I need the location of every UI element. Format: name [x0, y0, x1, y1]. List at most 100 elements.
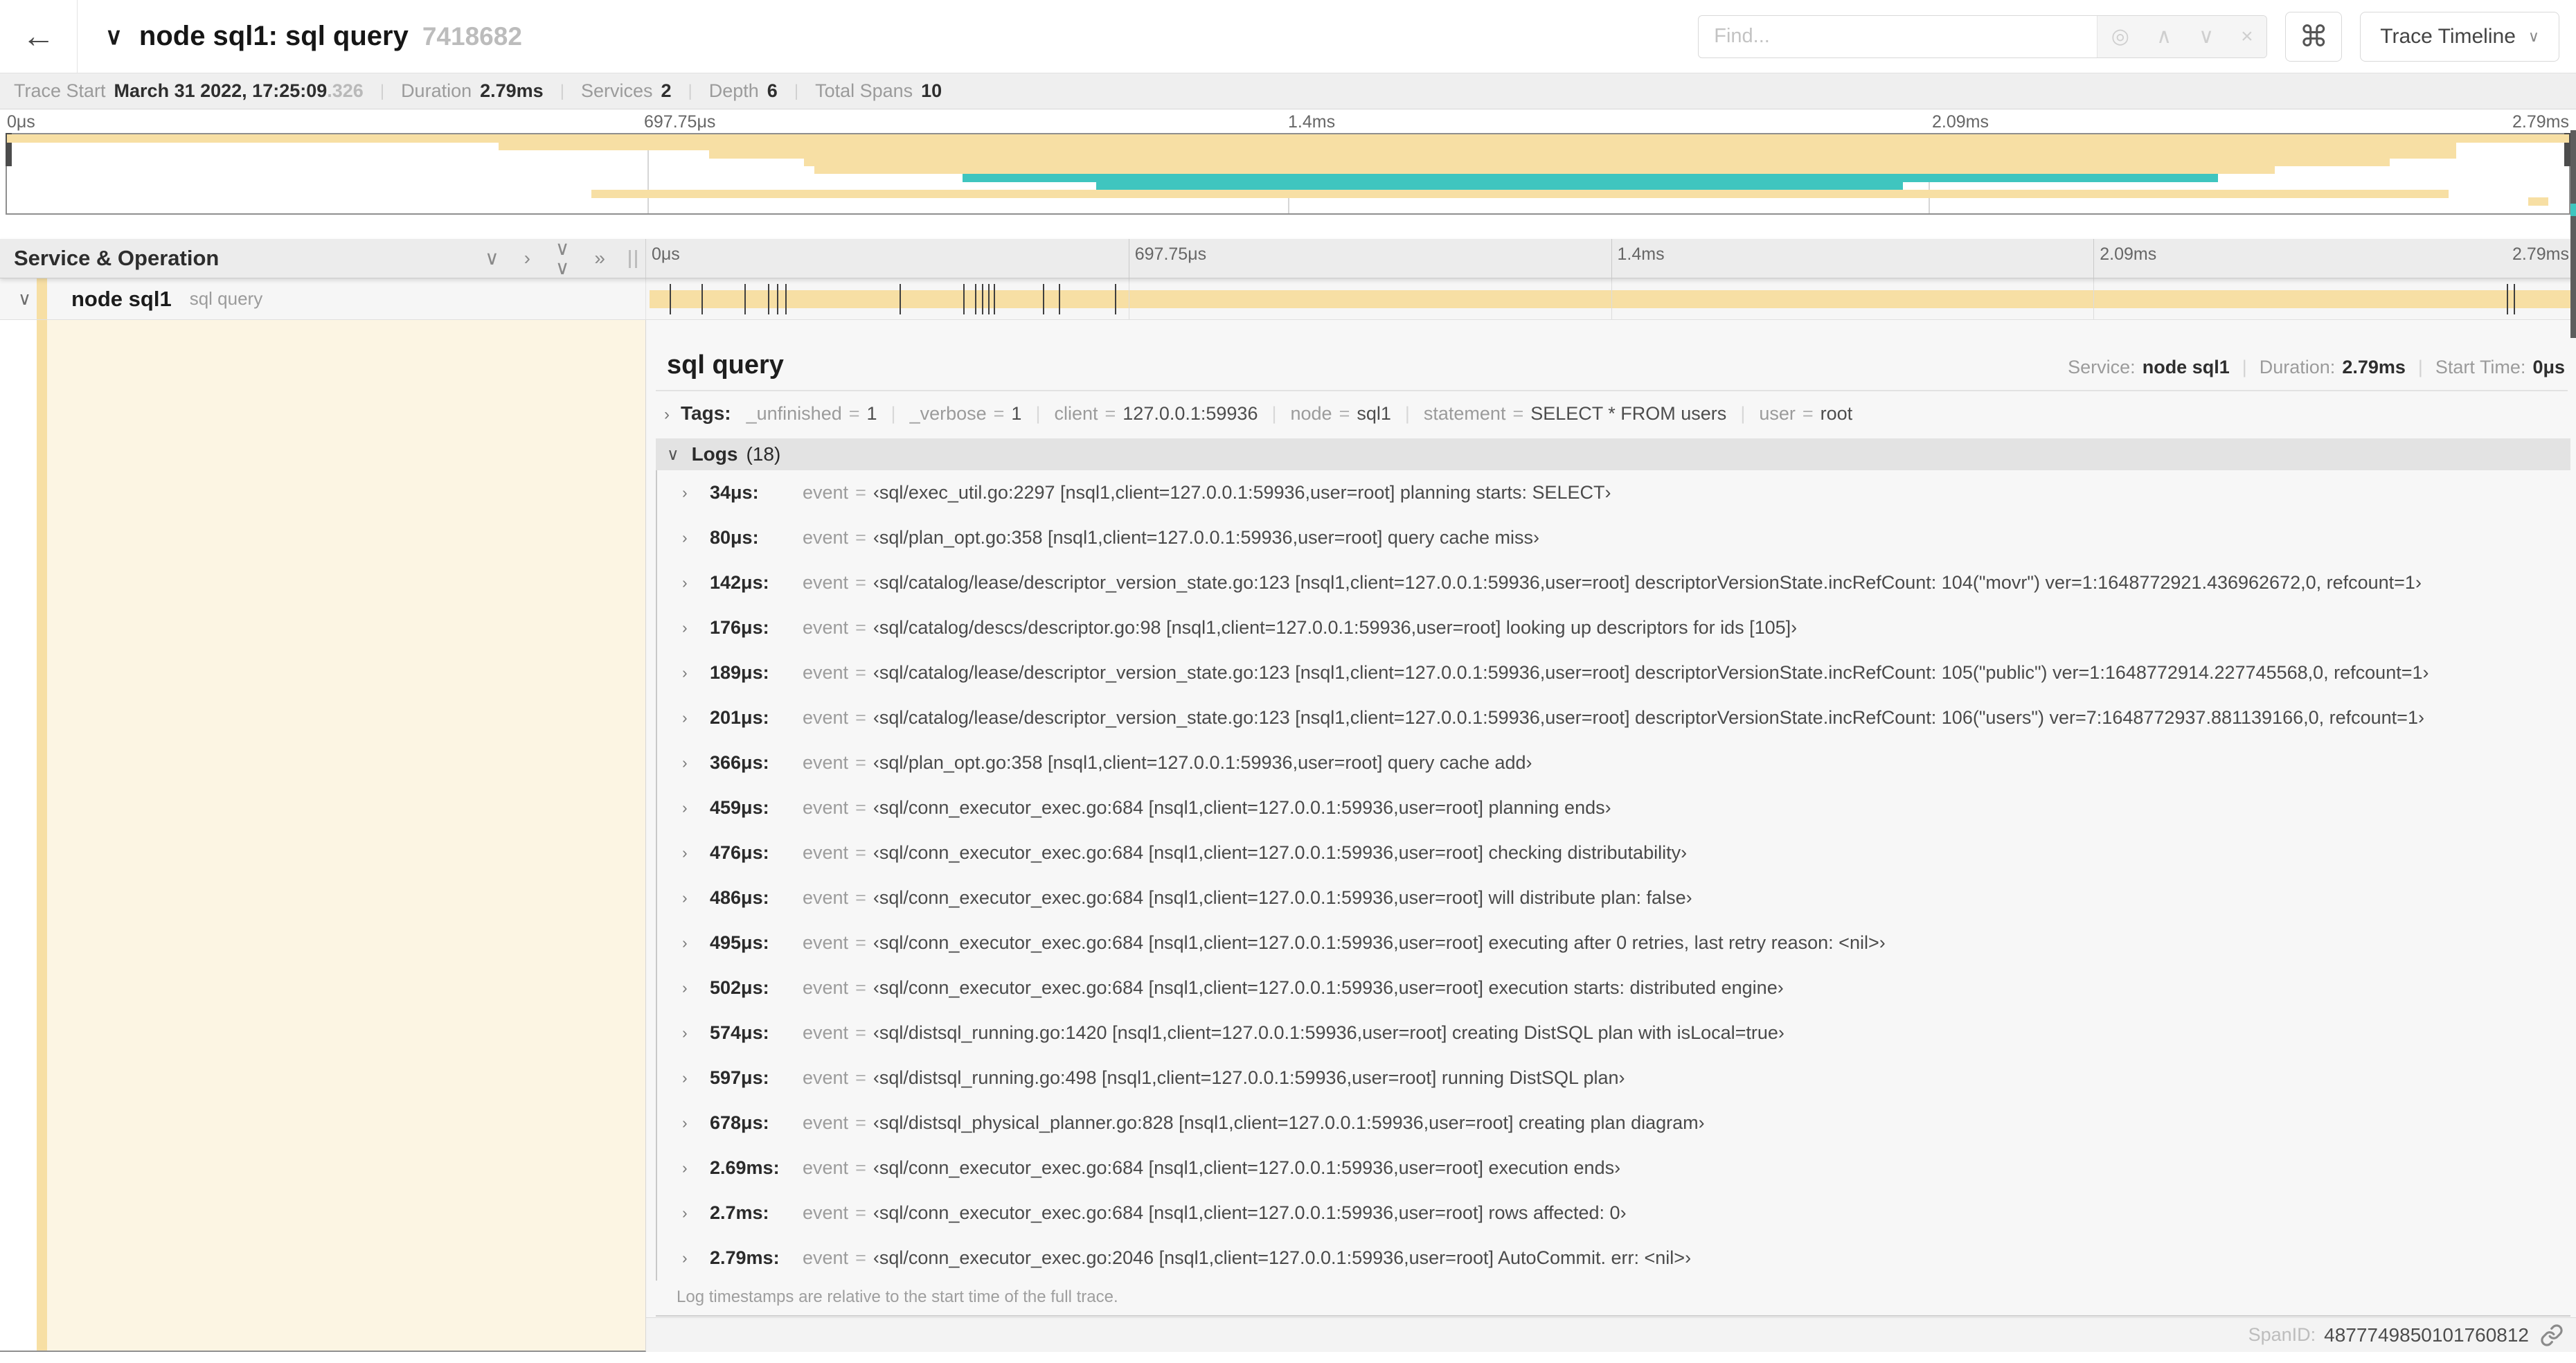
ruler-cell: 0μs	[646, 239, 1129, 278]
meta-label: Duration:	[2259, 357, 2336, 377]
span-color-stripe	[37, 320, 47, 1351]
log-entry-equals: =	[855, 887, 866, 908]
log-entry-row[interactable]: › 597μs: event = ‹sql/distsql_running.go:498…	[657, 1055, 2570, 1101]
log-entry-row[interactable]: › 176μs: event = ‹sql/catalog/descs/descript…	[657, 605, 2570, 650]
chevron-right-icon: ›	[682, 889, 688, 907]
log-entry-time: 495μs:	[710, 932, 769, 953]
log-entry-time: 2.79ms:	[710, 1247, 780, 1268]
chevron-right-icon: ›	[682, 934, 688, 952]
summary-item-value: 2	[661, 80, 672, 101]
find-input[interactable]	[1699, 15, 2098, 57]
spanid-label: SpanID:	[2248, 1324, 2316, 1345]
log-entry-row[interactable]: › 2.69ms: event = ‹sql/conn_executor_exec.go…	[657, 1146, 2570, 1191]
scrollbar-teal-marker	[2570, 204, 2576, 216]
log-entry-row[interactable]: › 476μs: event = ‹sql/conn_executor_exec.go:…	[657, 830, 2570, 875]
log-entry-row[interactable]: › 678μs: event = ‹sql/distsql_physical_plann…	[657, 1101, 2570, 1146]
log-marker-tick	[1043, 284, 1045, 314]
log-entry-row[interactable]: › 574μs: event = ‹sql/distsql_running.go:142…	[657, 1010, 2570, 1055]
view-selector-button[interactable]: Trace Timeline ∨	[2360, 11, 2559, 62]
minimap-span-bar	[591, 189, 2449, 198]
log-entry-time: 2.69ms:	[710, 1157, 780, 1178]
timeline-minimap: 0μs 697.75μs 1.4ms 2.09ms 2.79ms	[0, 109, 2576, 218]
tag-value: root	[1820, 403, 1853, 424]
deep-link-icon[interactable]	[2540, 1324, 2564, 1347]
log-entry-row[interactable]: › 486μs: event = ‹sql/conn_executor_exec.go:…	[657, 875, 2570, 920]
span-color-bar	[37, 278, 47, 319]
chevron-right-icon: ›	[682, 1024, 688, 1042]
log-entry-value: ‹sql/conn_executor_exec.go:684 [nsql1,cl…	[873, 887, 1692, 908]
service-operation-header: Service & Operation ∨ › ∨ ∨ »	[0, 239, 646, 278]
prev-result-icon[interactable]: ∧	[2156, 24, 2172, 48]
service-operation-title: Service & Operation	[14, 246, 220, 270]
minimap-canvas[interactable]	[6, 133, 2570, 215]
tag-key: user	[1759, 403, 1796, 424]
content-area: sql query Service: node sql1 | Duration: 2.7…	[0, 320, 2576, 1352]
back-arrow-icon: ←	[21, 18, 55, 55]
summary-item-label: Services	[580, 80, 653, 101]
log-entry-row[interactable]: › 201μs: event = ‹sql/catalog/lease/descript…	[657, 695, 2570, 740]
chevron-down-icon: ∨	[667, 445, 679, 464]
keyboard-shortcuts-button[interactable]: ⌘	[2285, 11, 2343, 62]
log-entry-row[interactable]: › 502μs: event = ‹sql/conn_executor_exec.go:…	[657, 965, 2570, 1010]
log-entry-equals: =	[855, 1247, 866, 1268]
expand-one-icon[interactable]: ›	[524, 249, 530, 268]
log-marker-tick	[2513, 284, 2515, 314]
log-entry-row[interactable]: › 2.7ms: event = ‹sql/conn_executor_exec.go:…	[657, 1191, 2570, 1236]
log-entry-row[interactable]: › 34μs: event = ‹sql/exec_util.go:2297 [nsql…	[657, 470, 2570, 515]
collapse-one-icon[interactable]: ∨	[485, 249, 499, 268]
summary-separator: |	[794, 81, 799, 100]
tag-value: SELECT * FROM users	[1530, 403, 1727, 424]
back-button[interactable]: ←	[0, 0, 78, 73]
log-entry-row[interactable]: › 366μs: event = ‹sql/plan_opt.go:358 [nsql1…	[657, 740, 2570, 785]
clear-search-icon[interactable]: ×	[2241, 25, 2253, 48]
ruler-tick-label: 0μs	[652, 244, 680, 264]
log-entry-row[interactable]: › 2.79ms: event = ‹sql/conn_executor_exec.go…	[657, 1236, 2570, 1281]
log-entry-row[interactable]: › 189μs: event = ‹sql/catalog/lease/descript…	[657, 650, 2570, 695]
log-entry-row[interactable]: › 142μs: event = ‹sql/catalog/lease/descript…	[657, 560, 2570, 605]
ruler-tick-label: 697.75μs	[1134, 244, 1207, 264]
expand-all-icon[interactable]: »	[594, 249, 605, 268]
minimap-span-bar	[2528, 197, 2549, 206]
meta-value: 2.79ms	[2342, 357, 2406, 377]
log-entry-value: ‹sql/distsql_running.go:498 [nsql1,clien…	[873, 1067, 1625, 1088]
spanid-value: 4877749850101760812	[2324, 1324, 2529, 1346]
log-entry-field: event	[803, 707, 849, 728]
summary-item-suffix: .326	[327, 80, 364, 101]
log-entry-row[interactable]: › 495μs: event = ‹sql/conn_executor_exec.go:…	[657, 920, 2570, 965]
chevron-right-icon: ›	[682, 618, 688, 636]
logs-header[interactable]: ∨ Logs (18)	[656, 438, 2570, 470]
ruler-tick-label: 1.4ms	[1617, 244, 1665, 264]
locate-icon[interactable]: ◎	[2111, 24, 2129, 48]
chevron-right-icon: ›	[682, 844, 688, 862]
log-entry-equals: =	[855, 482, 866, 503]
minimap-tick-label: 0μs	[7, 112, 35, 132]
log-entry-equals: =	[855, 1202, 866, 1223]
next-result-icon[interactable]: ∨	[2199, 24, 2214, 48]
column-resize-handle[interactable]	[629, 250, 637, 268]
log-entry-equals: =	[855, 1157, 866, 1178]
chevron-right-icon: ›	[682, 1204, 688, 1222]
span-row[interactable]: ∨ node sql1 sql query	[0, 278, 2576, 320]
span-row-timeline[interactable]	[646, 278, 2576, 319]
span-expander-icon[interactable]: ∨	[18, 288, 31, 310]
collapse-all-icon[interactable]: ∨ ∨	[555, 239, 570, 278]
trace-collapse-icon[interactable]: ∨	[105, 23, 123, 51]
span-row-name-cell[interactable]: ∨ node sql1 sql query	[0, 278, 646, 319]
tag-key: _verbose	[909, 403, 987, 424]
summary-item-label: Trace Start	[14, 80, 106, 101]
selected-span-background	[47, 320, 645, 1351]
ruler-tick-label: 2.79ms	[2512, 244, 2569, 264]
header-controls: ◎ ∧ ∨ × ⌘ Trace Timeline ∨	[1698, 11, 2576, 62]
summary-separator: |	[560, 81, 564, 100]
ruler-cell: 697.75μs	[1128, 239, 1611, 278]
top-header: ← ∨ node sql1: sql query 7418682 ◎ ∧ ∨ ×…	[0, 0, 2576, 73]
tags-row[interactable]: › Tags: _unfinished = 1 | _verbose = 1 | client =…	[664, 402, 2565, 427]
log-entry-row[interactable]: › 459μs: event = ‹sql/conn_executor_exec.go:…	[657, 785, 2570, 830]
chevron-right-icon: ›	[682, 528, 688, 546]
timeline-gridline	[2093, 278, 2095, 319]
log-entry-time: 476μs:	[710, 842, 769, 863]
scrollbar-thumb[interactable]	[2570, 130, 2576, 338]
tag-value: 1	[866, 403, 877, 424]
summary-item-label: Depth	[708, 80, 759, 101]
log-entry-row[interactable]: › 80μs: event = ‹sql/plan_opt.go:358 [nsql1,…	[657, 515, 2570, 560]
